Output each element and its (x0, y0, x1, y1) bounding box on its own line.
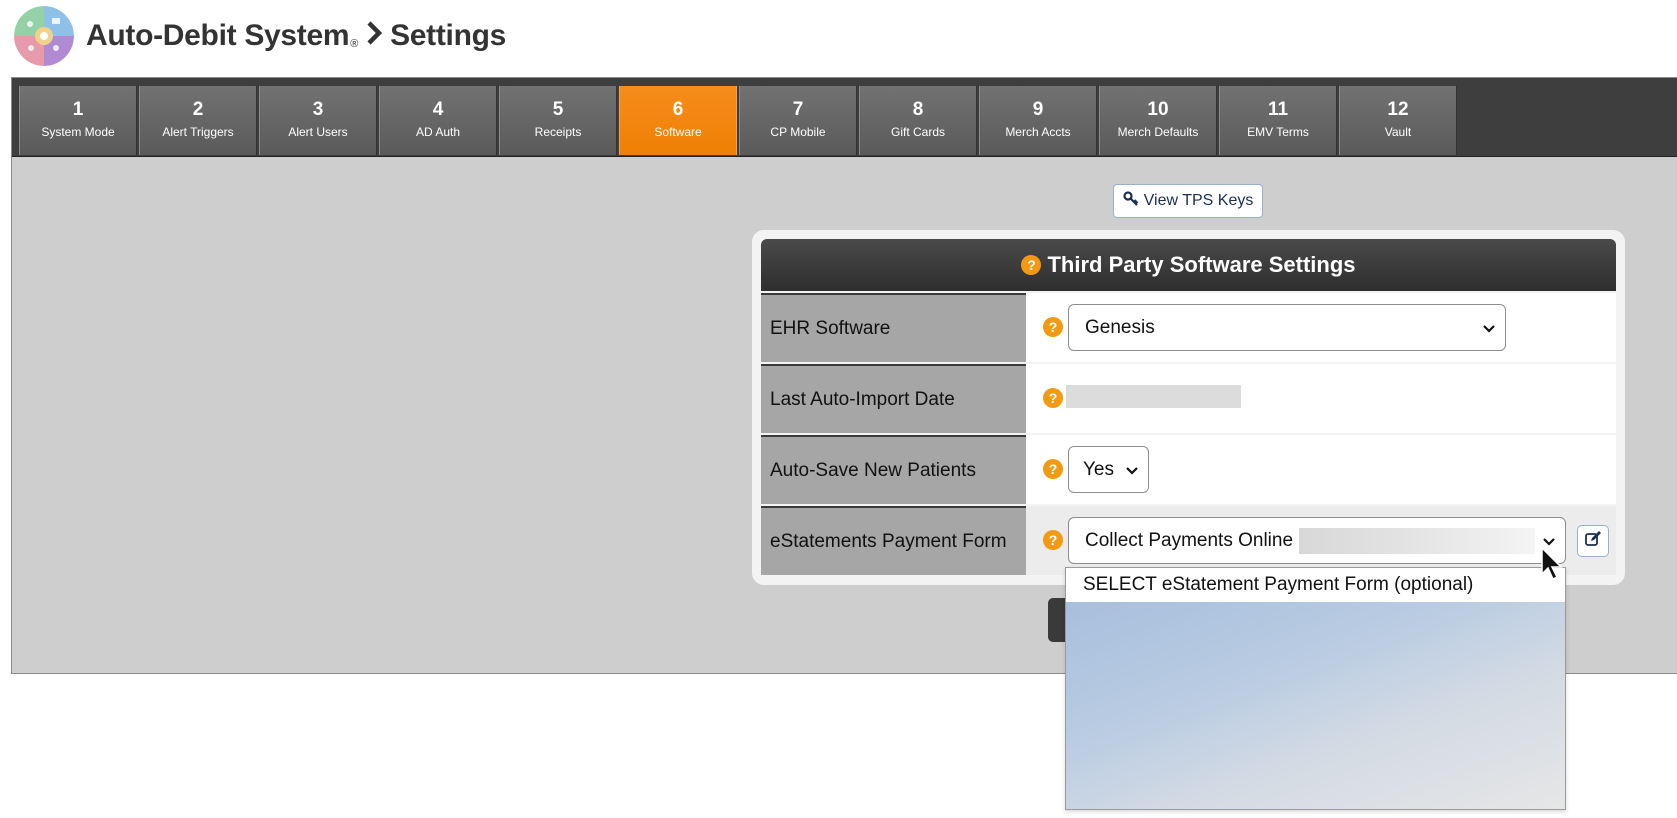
tab-gift-cards[interactable]: 8 Gift Cards (859, 86, 977, 155)
view-tps-keys-label: View TPS Keys (1143, 192, 1254, 209)
estatements-label: eStatements Payment Form (761, 506, 1026, 575)
chevron-down-icon (1483, 320, 1495, 336)
tab-system-mode[interactable]: 1 System Mode (19, 86, 137, 155)
tab-cp-mobile[interactable]: 7 CP Mobile (739, 86, 857, 155)
tab-alert-users[interactable]: 3 Alert Users (259, 86, 377, 155)
card-header: ? Third Party Software Settings (761, 239, 1616, 291)
payment-form-dropdown-list[interactable]: SELECT eStatement Payment Form (optional… (1065, 567, 1566, 810)
chevron-down-icon (1126, 462, 1138, 478)
view-tps-keys-button[interactable]: View TPS Keys (1113, 184, 1263, 218)
page-heading: Auto-Debit System ® Settings (86, 19, 506, 53)
tab-alert-triggers[interactable]: 2 Alert Triggers (139, 86, 257, 155)
mouse-cursor-icon (1540, 546, 1564, 587)
tab-label: Alert Users (288, 125, 348, 139)
tab-label: CP Mobile (770, 125, 826, 139)
last-import-row: Last Auto-Import Date ? (761, 364, 1616, 433)
dropdown-option[interactable]: SELECT eStatement Payment Form (optional… (1066, 568, 1565, 602)
question-icon[interactable]: ? (1043, 388, 1063, 408)
redacted-options (1066, 602, 1565, 809)
edit-payment-form-button[interactable] (1577, 525, 1609, 557)
page-title: Settings (390, 19, 507, 52)
auto-save-value: Yes (1083, 458, 1114, 480)
last-import-value (1066, 385, 1241, 408)
registered-mark: ® (350, 38, 359, 50)
tab-label: Gift Cards (890, 125, 945, 139)
tab-number: 3 (312, 99, 324, 120)
question-icon[interactable]: ? (1043, 459, 1063, 479)
chevron-right-icon (366, 19, 383, 53)
auto-save-select[interactable]: Yes (1068, 446, 1149, 493)
estatements-row: eStatements Payment Form ? Collect Payme… (761, 506, 1616, 575)
tab-number: 1 (72, 99, 84, 120)
tab-number: 4 (432, 99, 444, 120)
last-import-label: Last Auto-Import Date (761, 364, 1026, 433)
tab-label: Merch Accts (1005, 125, 1071, 139)
tab-label: Vault (1384, 125, 1412, 139)
auto-save-label: Auto-Save New Patients (761, 435, 1026, 504)
tab-number: 5 (552, 99, 564, 120)
ehr-software-value: Genesis (1085, 316, 1155, 338)
tab-software[interactable]: 6 Software (619, 86, 737, 155)
tab-emv-terms[interactable]: 11 EMV Terms (1219, 86, 1337, 155)
tab-label: Merch Defaults (1117, 125, 1199, 139)
key-icon (1123, 190, 1139, 212)
ehr-software-label: EHR Software (761, 293, 1026, 362)
tab-label: Alert Triggers (162, 125, 234, 139)
app-title: Auto-Debit System (86, 19, 350, 52)
page-header: Auto-Debit System ® Settings (14, 6, 506, 66)
tab-merch-accts[interactable]: 9 Merch Accts (979, 86, 1097, 155)
tab-number: 8 (912, 99, 924, 120)
ehr-software-select[interactable]: Genesis (1068, 304, 1506, 351)
third-party-settings-card: ? Third Party Software Settings EHR Soft… (752, 230, 1625, 585)
estatements-select[interactable]: Collect Payments Online (1068, 517, 1566, 564)
app-logo (14, 6, 74, 66)
tab-label: Software (654, 125, 702, 139)
tab-number: 12 (1387, 99, 1409, 120)
auto-save-row: Auto-Save New Patients ? Yes (761, 435, 1616, 504)
tab-number: 2 (192, 99, 204, 120)
question-icon[interactable]: ? (1043, 530, 1063, 550)
tab-receipts[interactable]: 5 Receipts (499, 86, 617, 155)
tab-vault[interactable]: 12 Vault (1339, 86, 1457, 155)
tab-ad-auth[interactable]: 4 AD Auth (379, 86, 497, 155)
ehr-software-row: EHR Software ? Genesis (761, 293, 1616, 362)
tab-number: 7 (792, 99, 804, 120)
tab-merch-defaults[interactable]: 10 Merch Defaults (1099, 86, 1217, 155)
tab-label: Receipts (534, 125, 582, 139)
estatements-value: Collect Payments Online (1085, 529, 1294, 551)
tab-number: 9 (1032, 99, 1044, 120)
card-title: Third Party Software Settings (1047, 252, 1356, 277)
redacted-text (1299, 527, 1536, 554)
question-icon[interactable]: ? (1043, 317, 1063, 337)
tab-label: System Mode (41, 125, 115, 139)
edit-icon (1584, 530, 1602, 553)
tab-number: 6 (672, 99, 684, 120)
tab-label: EMV Terms (1247, 125, 1309, 139)
question-icon[interactable]: ? (1021, 255, 1042, 275)
tab-number: 11 (1267, 99, 1289, 120)
tab-bar: 1 System Mode 2 Alert Triggers 3 Alert U… (12, 78, 1677, 157)
tab-label: AD Auth (415, 125, 461, 139)
tab-number: 10 (1147, 99, 1169, 120)
